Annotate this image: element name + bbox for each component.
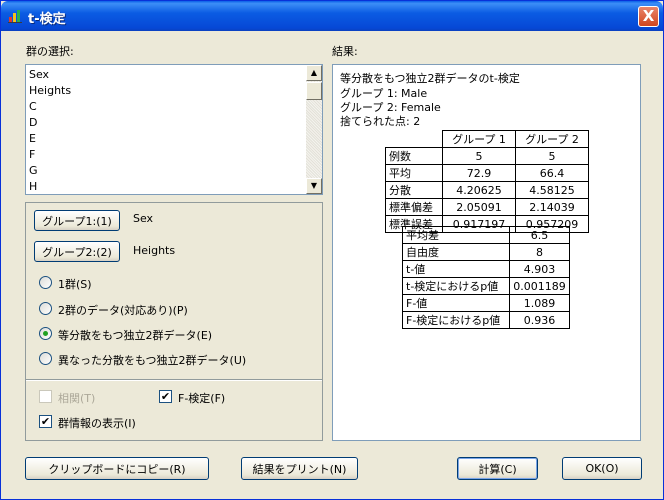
list-item[interactable]: F (29, 148, 35, 161)
f-test-label[interactable]: F-検定(F) (178, 390, 225, 406)
row-label: F-検定におけるp値 (402, 311, 510, 329)
cell-value: 66.4 (515, 164, 589, 182)
t-test-dialog: t-検定 X 群の選択: Sex Heights C D E F G H ▲ ▼… (0, 0, 664, 500)
table-row: 平均 72.9 66.4 (385, 164, 589, 182)
table-row: グループ 1 グループ 2 (386, 130, 589, 148)
f-test-checkbox[interactable]: ✔ (159, 390, 172, 403)
table-row: 自由度 8 (402, 243, 570, 261)
close-button[interactable]: X (638, 6, 659, 27)
listbox-scrollbar[interactable]: ▲ ▼ (306, 65, 322, 194)
row-label: 標準偏差 (385, 198, 443, 216)
group2-button[interactable]: グループ2:(2) (34, 241, 120, 262)
paired-label[interactable]: 2群のデータ(対応あり)(P) (58, 302, 188, 318)
divider (26, 379, 322, 381)
cell-value: 0.936 (509, 311, 570, 329)
group1-button[interactable]: グループ1:(1) (34, 210, 120, 231)
table-row: F-検定におけるp値 0.936 (402, 311, 570, 329)
group1-value: Sex (133, 212, 154, 225)
copy-to-clipboard-button[interactable]: クリップボードにコピー(R) (25, 457, 209, 480)
options-panel: グループ1:(1) Sex グループ2:(2) Heights 1群(S) 2群… (25, 202, 323, 441)
paired-radio[interactable] (39, 302, 52, 315)
row-label: t-検定におけるp値 (402, 277, 510, 295)
window-title: t-検定 (28, 12, 66, 27)
check-icon: ✔ (40, 415, 51, 428)
cell-value: 72.9 (442, 164, 516, 182)
list-item[interactable]: H (29, 180, 37, 193)
row-label: 分散 (385, 181, 443, 199)
close-icon: X (642, 7, 655, 25)
table-row: F-値 1.089 (402, 294, 570, 312)
print-results-button[interactable]: 結果をプリント(N) (241, 457, 358, 480)
row-label: 平均 (385, 164, 443, 182)
table-row: 分散 4.20625 4.58125 (385, 181, 589, 199)
table-header: グループ 1 (442, 130, 516, 148)
list-item[interactable]: E (29, 132, 36, 145)
results-heading: 等分散をもつ独立2群データのt-検定 (340, 72, 520, 85)
correlation-label: 相関(T) (58, 392, 96, 405)
cell-value: 4.903 (509, 260, 570, 278)
cell-value: 2.05091 (442, 198, 516, 216)
row-label: F-値 (402, 294, 510, 312)
cell-value: 5 (442, 147, 516, 165)
cell-value: 6.5 (509, 226, 570, 244)
list-item[interactable]: D (29, 116, 37, 129)
results-label: 結果: (332, 45, 358, 58)
table-row: 標準偏差 2.05091 2.14039 (385, 198, 589, 216)
list-item[interactable]: C (29, 100, 37, 113)
equal-variance-radio[interactable] (39, 327, 52, 340)
scroll-down-icon[interactable]: ▼ (306, 178, 322, 194)
table-row: 平均差 6.5 (402, 226, 570, 244)
group-info-label[interactable]: 群情報の表示(I) (58, 415, 136, 431)
table-header: グループ 2 (515, 130, 589, 148)
cell-value: 0.001189 (509, 277, 570, 295)
table-row: t-検定におけるp値 0.001189 (402, 277, 570, 295)
row-label: 自由度 (402, 243, 510, 261)
title-bar[interactable]: t-検定 X (1, 1, 663, 31)
list-item[interactable]: Sex (29, 68, 49, 81)
test-stats-table: 平均差 6.5 自由度 8 t-値 4.903 t-検定におけるp値 0.001… (402, 226, 570, 329)
list-item[interactable]: G (29, 164, 38, 177)
table-row: t-値 4.903 (402, 260, 570, 278)
correlation-checkbox[interactable] (39, 390, 52, 403)
variable-listbox[interactable]: Sex Heights C D E F G H ▲ ▼ (25, 64, 323, 195)
check-icon: ✔ (160, 390, 171, 403)
unequal-variance-radio[interactable] (39, 352, 52, 365)
cell-value: 4.58125 (515, 181, 589, 199)
table-row: 例数 5 5 (385, 147, 589, 165)
row-label: 例数 (385, 147, 443, 165)
one-sample-label[interactable]: 1群(S) (58, 276, 92, 292)
scroll-up-icon[interactable]: ▲ (306, 65, 322, 81)
ok-button[interactable]: OK(O) (562, 457, 642, 480)
group-selection-label: 群の選択: (26, 45, 74, 58)
cell-value: 5 (515, 147, 589, 165)
group2-value: Heights (133, 244, 176, 257)
results-panel[interactable]: 等分散をもつ独立2群データのt-検定 グループ 1: Male グループ 2: … (332, 64, 641, 441)
one-sample-radio[interactable] (39, 276, 52, 289)
list-item[interactable]: Heights (29, 84, 71, 97)
results-discarded: 捨てられた点: 2 (340, 115, 421, 128)
cell-value: 1.089 (509, 294, 570, 312)
app-icon (8, 10, 22, 23)
cell-value: 4.20625 (442, 181, 516, 199)
group-stats-table: グループ 1 グループ 2 例数 5 5 平均 72.9 66.4 分散 4.2… (385, 130, 589, 233)
row-label: t-値 (402, 260, 510, 278)
cell-value: 8 (509, 243, 570, 261)
cell-value: 2.14039 (515, 198, 589, 216)
equal-variance-label[interactable]: 等分散をもつ独立2群データ(E) (58, 327, 212, 343)
scroll-thumb[interactable] (306, 82, 322, 100)
calculate-button[interactable]: 計算(C) (457, 457, 538, 480)
row-label: 平均差 (402, 226, 510, 244)
group-info-checkbox[interactable]: ✔ (39, 415, 52, 428)
unequal-variance-label[interactable]: 異なった分散をもつ独立2群データ(U) (58, 352, 246, 368)
